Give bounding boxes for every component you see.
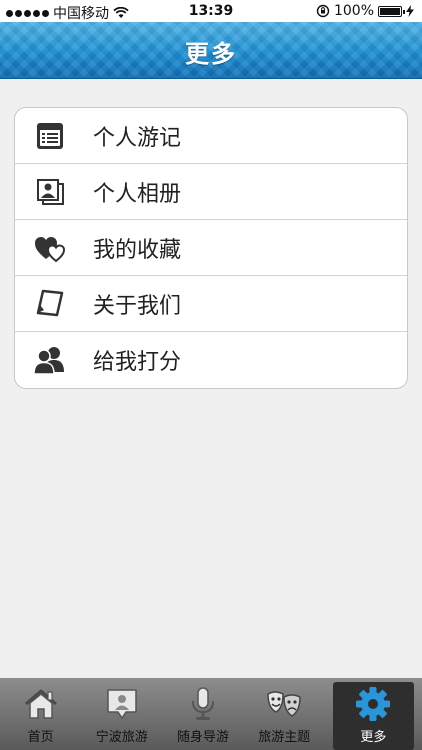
more-menu: 个人游记 个人相册 我的收藏 关于我们 给我打分: [14, 107, 408, 389]
document-icon: [33, 287, 67, 321]
tab-travel-themes[interactable]: 旅游主题: [244, 678, 325, 750]
tab-audio-guide[interactable]: 随身导游: [162, 678, 243, 750]
tab-label: 更多: [360, 730, 387, 745]
notebook-icon: [33, 119, 67, 153]
hearts-icon: [33, 231, 67, 265]
tab-home[interactable]: 首页: [0, 678, 81, 750]
menu-item-label: 关于我们: [93, 293, 182, 319]
menu-item-photo-album[interactable]: 个人相册: [15, 164, 407, 220]
nav-bar: 更多: [0, 22, 422, 79]
tab-ningbo-travel[interactable]: 宁波旅游: [81, 678, 162, 750]
menu-item-favorites[interactable]: 我的收藏: [15, 220, 407, 276]
menu-item-label: 给我打分: [93, 350, 182, 375]
theater-masks-icon: [264, 684, 304, 724]
battery-percent: 100%: [333, 3, 374, 19]
tab-label: 首页: [27, 730, 54, 745]
menu-item-travel-notes[interactable]: 个人游记: [15, 108, 407, 164]
menu-item-label: 个人相册: [93, 181, 182, 207]
home-icon: [21, 684, 61, 724]
page-title: 更多: [185, 40, 237, 68]
tab-label: 随身导游: [177, 730, 230, 745]
tab-label: 旅游主题: [258, 730, 311, 745]
tab-more[interactable]: 更多: [332, 682, 415, 750]
tab-bar: 首页 宁波旅游 随身导游 旅游主题 更多: [0, 678, 422, 750]
status-bar: 中国移动 13:39 100%: [0, 0, 422, 22]
menu-item-about-us[interactable]: 关于我们: [15, 276, 407, 332]
battery-icon: [378, 5, 405, 17]
orientation-lock-icon: [316, 4, 330, 18]
status-right: 100%: [316, 3, 414, 19]
charging-icon: [406, 5, 414, 17]
gear-icon: [353, 684, 393, 724]
tab-label: 宁波旅游: [95, 730, 148, 745]
users-icon: [33, 343, 67, 377]
photo-album-icon: [33, 175, 67, 209]
menu-item-rate-us[interactable]: 给我打分: [15, 332, 407, 388]
microphone-icon: [183, 684, 223, 724]
menu-item-label: 我的收藏: [93, 237, 182, 263]
menu-item-label: 个人游记: [93, 125, 182, 151]
map-pin-icon: [102, 684, 142, 724]
